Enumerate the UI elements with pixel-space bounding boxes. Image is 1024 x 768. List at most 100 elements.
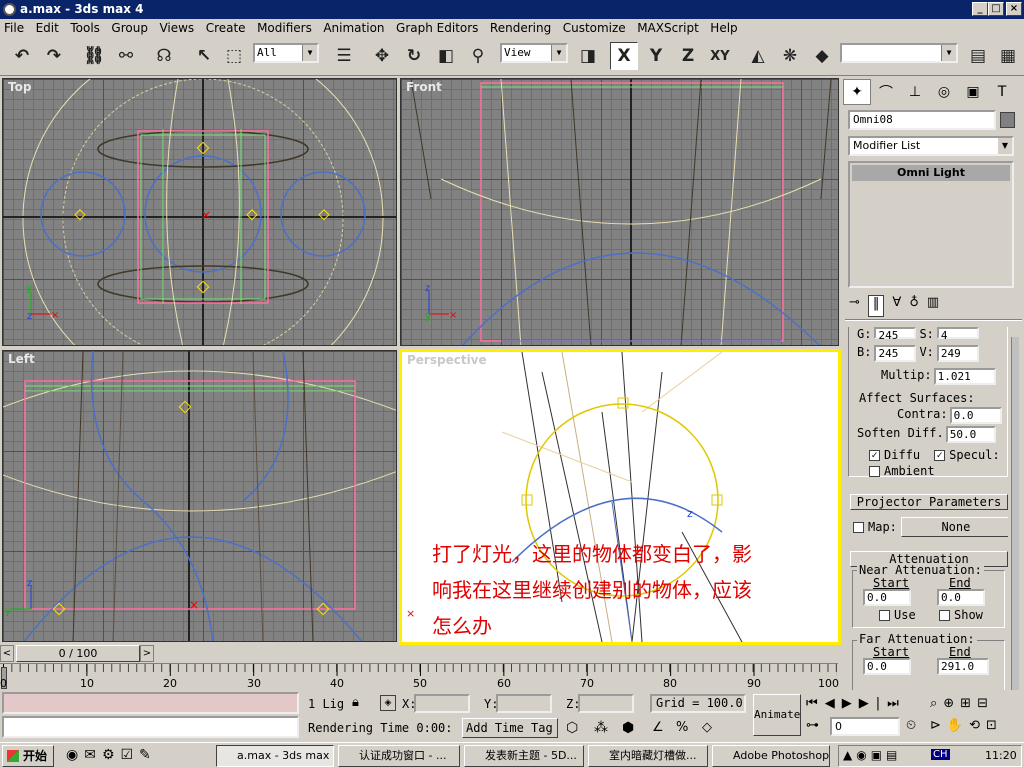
pivot-center-icon[interactable]: ◨ [574, 42, 602, 70]
menu-modifiers[interactable]: Modifiers [257, 21, 312, 35]
minimize-button[interactable]: _ [972, 2, 988, 16]
projector-map-button[interactable]: None [900, 517, 1008, 537]
current-frame-field[interactable]: 0 [830, 717, 900, 736]
menu-tools[interactable]: Tools [70, 21, 100, 35]
viewport-nav-top[interactable]: ⌕⊕⊞⊟ [930, 696, 994, 711]
ime-indicator[interactable]: CH [931, 749, 950, 760]
modifier-list-dropdown[interactable]: Modifier List ▼ [848, 136, 1014, 156]
menu-maxscript[interactable]: MAXScript [637, 21, 699, 35]
menu-help[interactable]: Help [710, 21, 737, 35]
x-coordinate-field[interactable] [414, 694, 470, 713]
rotate-icon[interactable]: ↻ [400, 42, 428, 70]
display-tab-icon[interactable]: ▣ [959, 79, 987, 105]
start-button[interactable]: 开始 [2, 745, 54, 767]
viewport-top[interactable]: × y × z Top [2, 78, 397, 346]
unlink-icon[interactable]: ⚯ [112, 42, 140, 70]
contrast-field[interactable]: 0.0 [949, 407, 1002, 424]
task-new-topic[interactable]: 发表新主题 - 5D... [464, 745, 584, 767]
time-slider-prev[interactable]: < [0, 645, 14, 662]
select-object-icon[interactable]: ↖ [190, 42, 218, 70]
snap-toggle-icon[interactable]: ⬢ [622, 720, 634, 736]
app-icon[interactable] [3, 3, 16, 16]
far-end-field[interactable]: 291.0 [937, 658, 989, 675]
restrict-y-button[interactable]: Y [642, 42, 670, 70]
playback-controls[interactable]: ⏮◀▶▶|⏭ [806, 696, 906, 711]
menu-animation[interactable]: Animation [323, 21, 384, 35]
maxscript-listener-white[interactable] [2, 716, 299, 738]
viewport-front[interactable]: z × y Front [400, 78, 839, 346]
menu-create[interactable]: Create [206, 21, 246, 35]
lock-selection-icon[interactable]: 🔒︎ [352, 695, 359, 710]
select-link-icon[interactable]: ⛓ [80, 42, 108, 70]
tray-icons[interactable]: ▲◉▣▤ [843, 748, 901, 762]
reference-coordinate-dropdown[interactable]: View ▼ [500, 43, 568, 63]
viewport-label-left[interactable]: Left [8, 352, 35, 366]
menu-group[interactable]: Group [111, 21, 148, 35]
move-icon[interactable]: ✥ [368, 42, 396, 70]
region-select-icon[interactable]: ⬚ [220, 42, 248, 70]
y-coordinate-field[interactable] [496, 694, 552, 713]
time-slider[interactable]: < 0 / 100 > [0, 645, 838, 663]
time-slider-next[interactable]: > [140, 645, 154, 662]
task-photoshop[interactable]: Adobe Photoshop [712, 745, 830, 767]
diffuse-checkbox[interactable]: ✓ [869, 449, 880, 461]
absolute-mode-icon[interactable]: ◈ [380, 695, 396, 711]
hierarchy-tab-icon[interactable]: ⊥ [901, 79, 929, 105]
pin-stack-icon[interactable]: ⊸ [849, 295, 860, 317]
utilities-tab-icon[interactable]: T [988, 79, 1016, 105]
restrict-z-button[interactable]: Z [674, 42, 702, 70]
remove-modifier-icon[interactable]: ♁ [909, 295, 919, 317]
task-lighting[interactable]: 室内暗藏灯槽做... [588, 745, 708, 767]
key-mode-icon[interactable]: ⊶ [806, 718, 819, 733]
soften-field[interactable]: 50.0 [945, 426, 996, 443]
degradation-override-icon[interactable]: ⁂ [594, 720, 608, 736]
viewport-label-perspective[interactable]: Perspective [407, 353, 487, 367]
task-auth-window[interactable]: 认证成功窗口 - ... [338, 745, 460, 767]
far-start-field[interactable]: 0.0 [863, 658, 911, 675]
viewport-perspective[interactable]: z × Perspective 打了灯光，这里的物体都变白了，影 响我在这里继续… [399, 349, 841, 645]
projector-rollup-title[interactable]: Projector Parameters [850, 494, 1008, 510]
viewport-nav-bottom[interactable]: ⊳✋⟲⊡ [930, 718, 1003, 733]
modify-tab-icon[interactable]: ⌒ [872, 79, 900, 105]
ambient-checkbox[interactable] [869, 465, 880, 477]
align-icon[interactable]: ◆ [808, 42, 836, 70]
near-show-checkbox[interactable] [939, 609, 950, 621]
time-config-icon[interactable]: ⏲ [906, 718, 916, 733]
maximize-button[interactable]: □ [988, 2, 1004, 16]
task-3dsmax[interactable]: a.max - 3ds max 4 [216, 745, 334, 767]
menu-rendering[interactable]: Rendering [490, 21, 551, 35]
near-start-field[interactable]: 0.0 [863, 589, 911, 606]
menu-edit[interactable]: Edit [36, 21, 59, 35]
motion-tab-icon[interactable]: ◎ [930, 79, 958, 105]
time-slider-thumb[interactable]: 0 / 100 [16, 645, 140, 662]
selection-filter-dropdown[interactable]: All ▼ [253, 43, 319, 63]
scale-icon[interactable]: ◧ [432, 42, 460, 70]
bind-space-warp-icon[interactable]: ☊ [150, 42, 178, 70]
menu-views[interactable]: Views [159, 21, 194, 35]
maxscript-listener-pink[interactable] [2, 692, 299, 714]
manipulate-icon[interactable]: ⚲ [464, 42, 492, 70]
viewport-left[interactable]: × z y Left [2, 350, 397, 642]
multiplier-field[interactable]: 1.021 [933, 368, 996, 385]
configure-modifier-sets-icon[interactable]: ▥ [927, 295, 939, 317]
track-bar[interactable]: 0 10 20 30 40 50 60 70 80 90 100 [0, 663, 839, 690]
object-name-field[interactable]: Omni08 [848, 110, 996, 130]
z-coordinate-field[interactable] [578, 694, 634, 713]
layers-icon[interactable]: ▤ [964, 42, 992, 70]
restrict-xy-button[interactable]: XY [706, 42, 734, 70]
near-use-checkbox[interactable] [879, 609, 890, 621]
quick-launch[interactable]: ◉✉⚙☑✎ [66, 747, 157, 763]
angle-snap-icon[interactable]: ∠ [652, 720, 664, 735]
spinner-snap-icon[interactable]: ◇ [702, 720, 712, 735]
object-color-swatch[interactable] [1000, 112, 1015, 128]
selection-window-icon[interactable]: ⬡ [566, 720, 578, 736]
select-by-name-icon[interactable]: ☰ [330, 42, 358, 70]
array-icon[interactable]: ❋ [776, 42, 804, 70]
curve-editor-icon[interactable]: ▦ [994, 42, 1022, 70]
near-end-field[interactable]: 0.0 [937, 589, 985, 606]
mirror-icon[interactable]: ◭ [744, 42, 772, 70]
create-tab-icon[interactable]: ✦ [843, 79, 871, 105]
modifier-stack[interactable]: Omni Light [848, 161, 1014, 288]
stack-item-omni-light[interactable]: Omni Light [852, 165, 1010, 181]
viewport-label-front[interactable]: Front [406, 80, 442, 94]
